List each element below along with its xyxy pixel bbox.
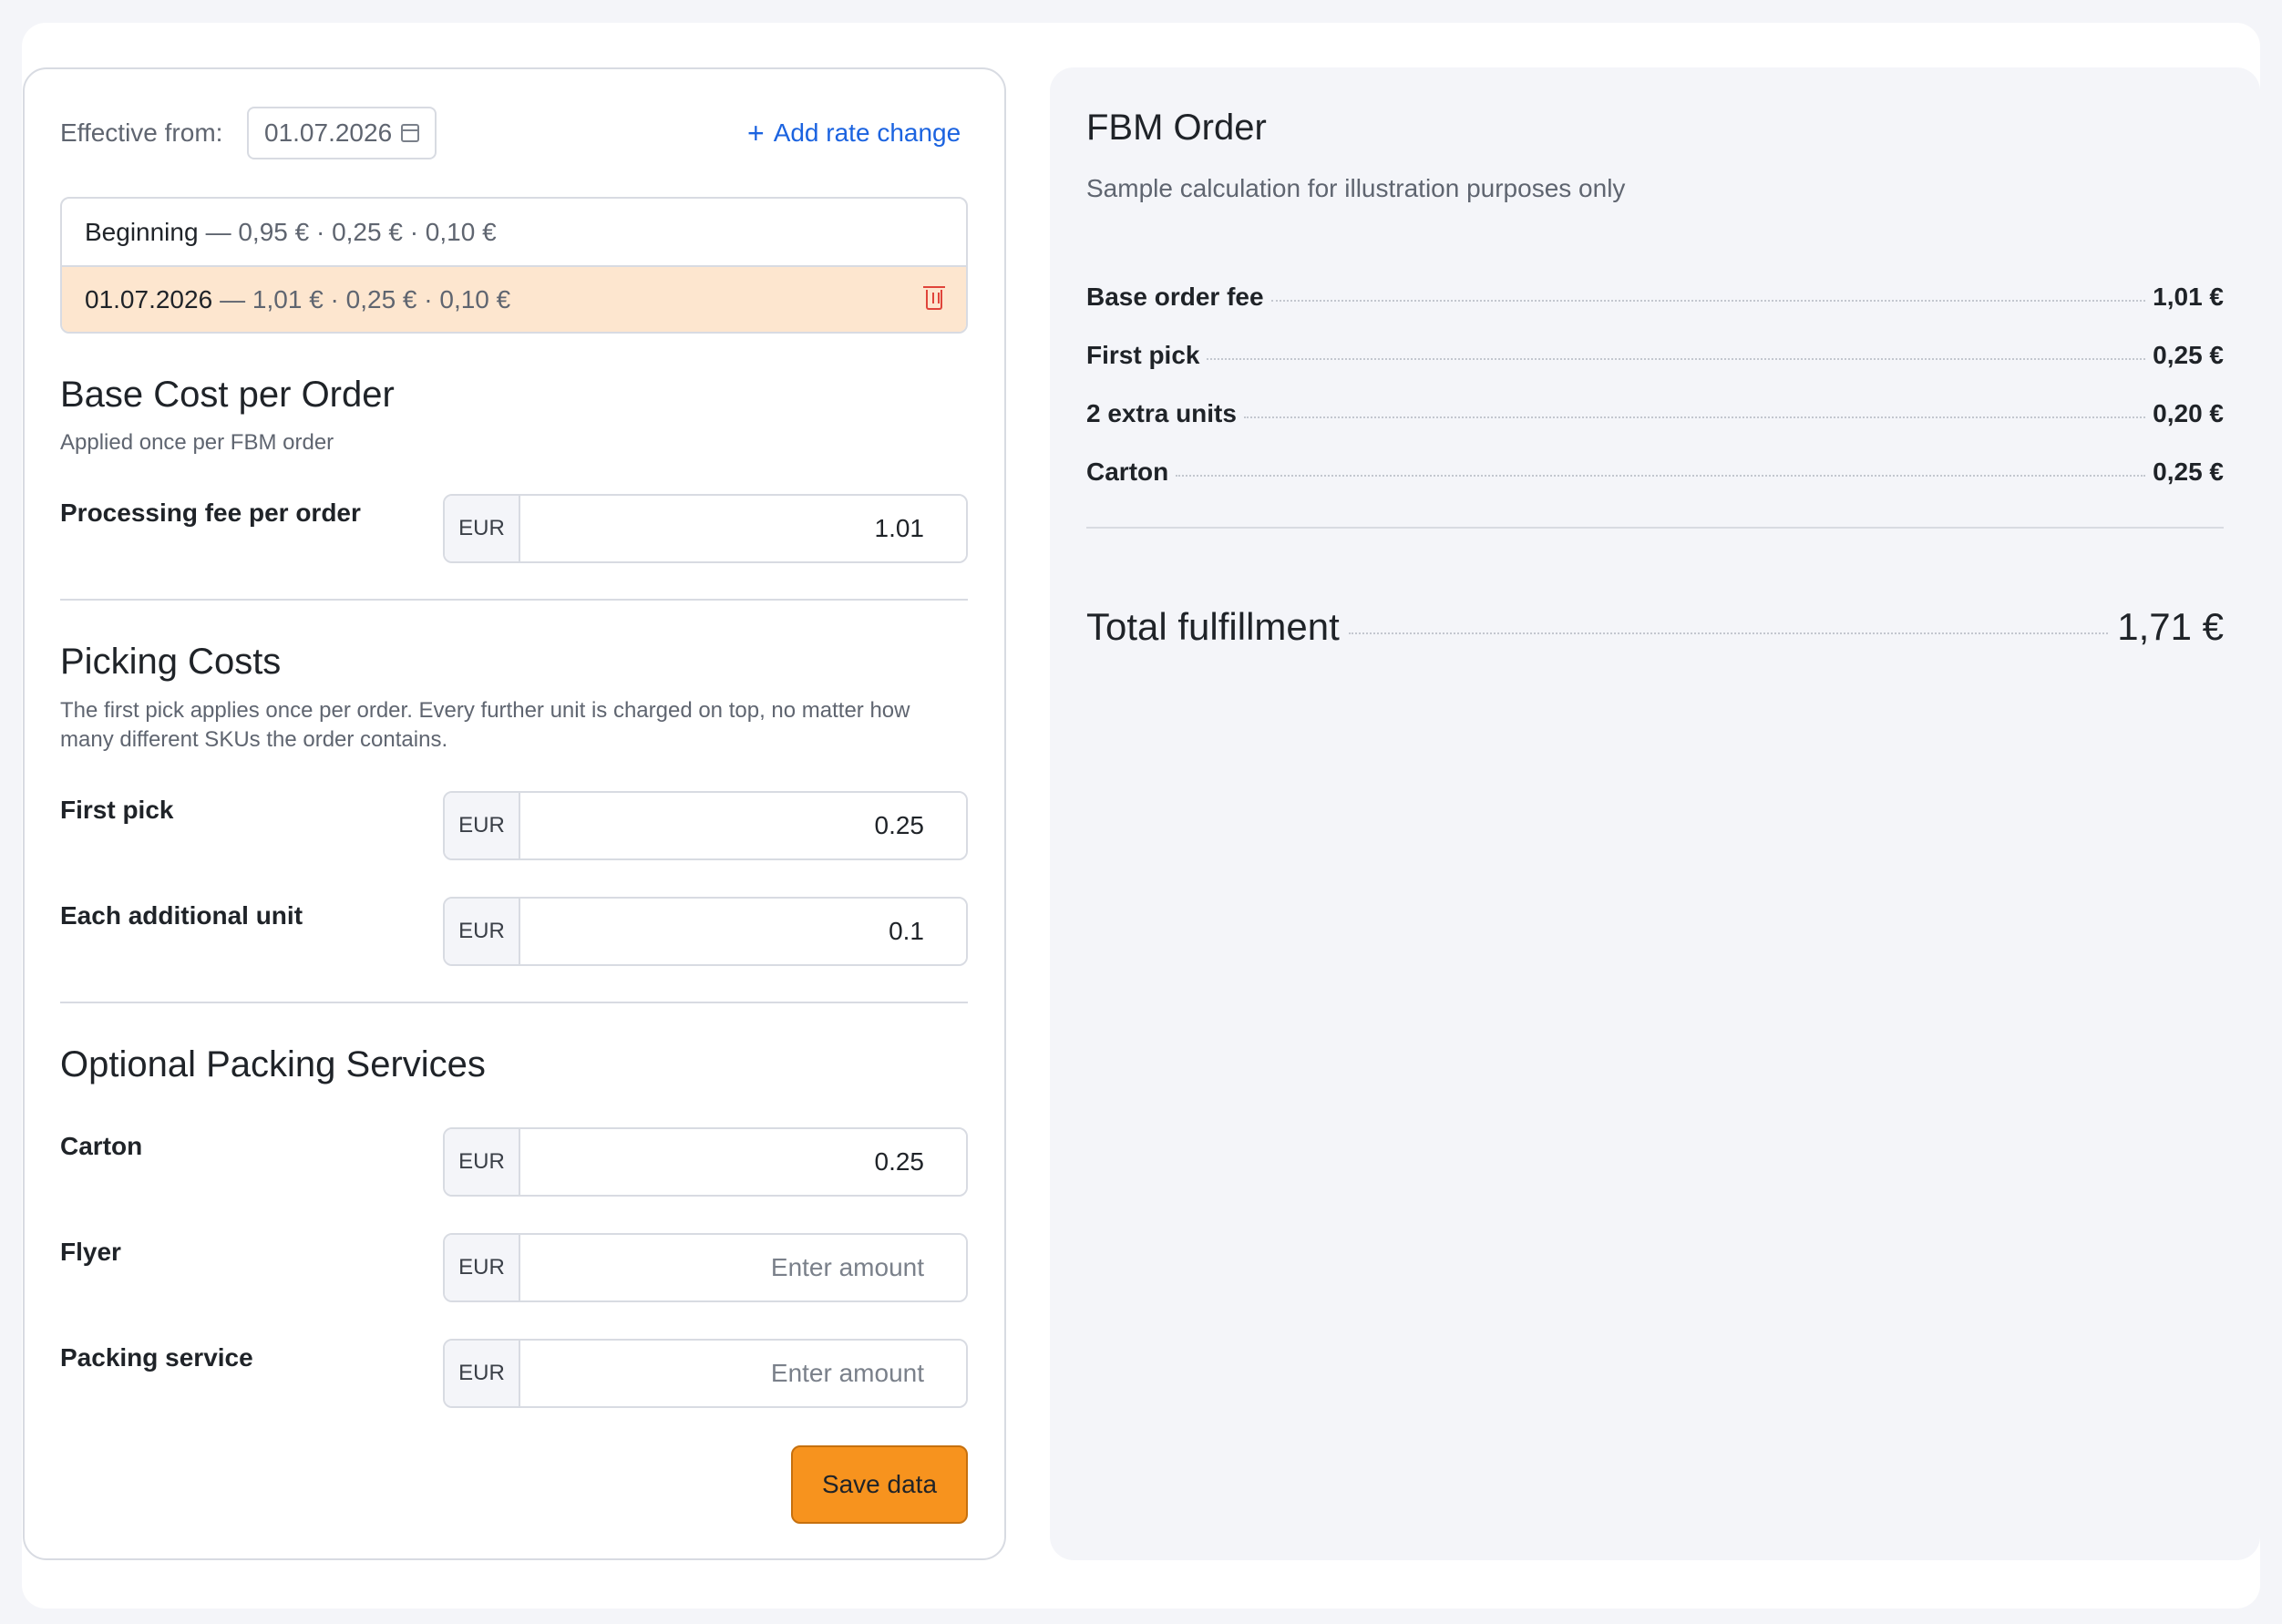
calculation-divider [1086,527,2224,529]
dotted-leader [1243,416,2146,418]
processing-fee-input[interactable] [520,496,966,561]
line-label: 2 extra units [1086,399,1237,427]
add-rate-change-link[interactable]: + Add rate change [747,118,961,148]
carton-label: Carton [60,1132,143,1160]
flyer-input[interactable] [520,1235,966,1300]
currency-prefix: EUR [445,1235,520,1300]
line-label: Carton [1086,457,1169,486]
dotted-leader [1348,632,2109,634]
section-divider [60,1002,968,1003]
processing-fee-field: EUR [443,494,968,563]
dotted-leader [1270,300,2146,302]
rate-row-date: 01.07.2026 [85,284,213,313]
picking-costs-title: Picking Costs [60,642,282,682]
save-button[interactable]: Save data [791,1445,968,1524]
base-cost-title: Base Cost per Order [60,375,395,415]
calculation-line: Base order fee 1,01 € [1086,283,2224,312]
first-pick-field: EUR [443,791,968,860]
packing-service-label: Packing service [60,1343,253,1372]
calculation-subtitle: Sample calculation for illustration purp… [1086,174,1626,202]
first-pick-label: First pick [60,796,174,824]
total-line: Total fulfillment 1,71 € [1086,605,2224,649]
rate-history-row[interactable]: Beginning — 0,95 € · 0,25 € · 0,10 € [62,199,966,265]
rate-history-list: Beginning — 0,95 € · 0,25 € · 0,10 € 01.… [60,197,968,334]
section-divider [60,599,968,601]
add-rate-change-label: Add rate change [773,118,961,147]
line-value: 0,25 € [2153,341,2224,369]
total-value: 1,71 € [2117,605,2224,648]
effective-from-label: Effective from: [60,118,223,147]
line-value: 1,01 € [2153,283,2224,311]
picking-costs-subtitle: The first pick applies once per order. E… [60,698,910,752]
line-value: 0,20 € [2153,399,2224,427]
additional-unit-field: EUR [443,897,968,966]
processing-fee-label: Processing fee per order [60,499,361,527]
effective-date-value: 01.07.2026 [264,118,393,147]
calculation-line: 2 extra units 0,20 € [1086,399,2224,428]
rate-row-values: — 1,01 € · 0,25 € · 0,10 € [220,284,511,313]
calculation-title: FBM Order [1086,108,1267,148]
line-label: First pick [1086,341,1200,369]
dotted-leader [1207,358,2146,360]
currency-prefix: EUR [445,1341,520,1406]
calculation-line: Carton 0,25 € [1086,457,2224,487]
packing-services-title: Optional Packing Services [60,1044,486,1084]
currency-prefix: EUR [445,793,520,858]
first-pick-input[interactable] [520,793,966,858]
line-label: Base order fee [1086,283,1264,311]
calculation-line: First pick 0,25 € [1086,341,2224,370]
packing-service-field: EUR [443,1339,968,1408]
rate-history-row-selected[interactable]: 01.07.2026 — 1,01 € · 0,25 € · 0,10 € [62,265,966,332]
currency-prefix: EUR [445,899,520,964]
packing-service-input[interactable] [520,1341,966,1406]
additional-unit-label: Each additional unit [60,901,303,930]
rate-row-date: Beginning [85,217,199,246]
flyer-label: Flyer [60,1238,121,1266]
flyer-field: EUR [443,1233,968,1302]
plus-icon: + [747,117,765,149]
base-cost-subtitle: Applied once per FBM order [60,430,334,455]
dotted-leader [1176,475,2146,477]
effective-date-picker[interactable]: 01.07.2026 [247,107,437,159]
carton-input[interactable] [520,1129,966,1195]
carton-field: EUR [443,1127,968,1197]
rate-row-values: — 0,95 € · 0,25 € · 0,10 € [205,217,497,246]
currency-prefix: EUR [445,496,520,561]
currency-prefix: EUR [445,1129,520,1195]
total-label: Total fulfillment [1086,605,1340,648]
line-value: 0,25 € [2153,457,2224,486]
additional-unit-input[interactable] [520,899,966,964]
delete-rate-icon[interactable] [923,286,945,310]
calendar-icon [401,124,420,142]
